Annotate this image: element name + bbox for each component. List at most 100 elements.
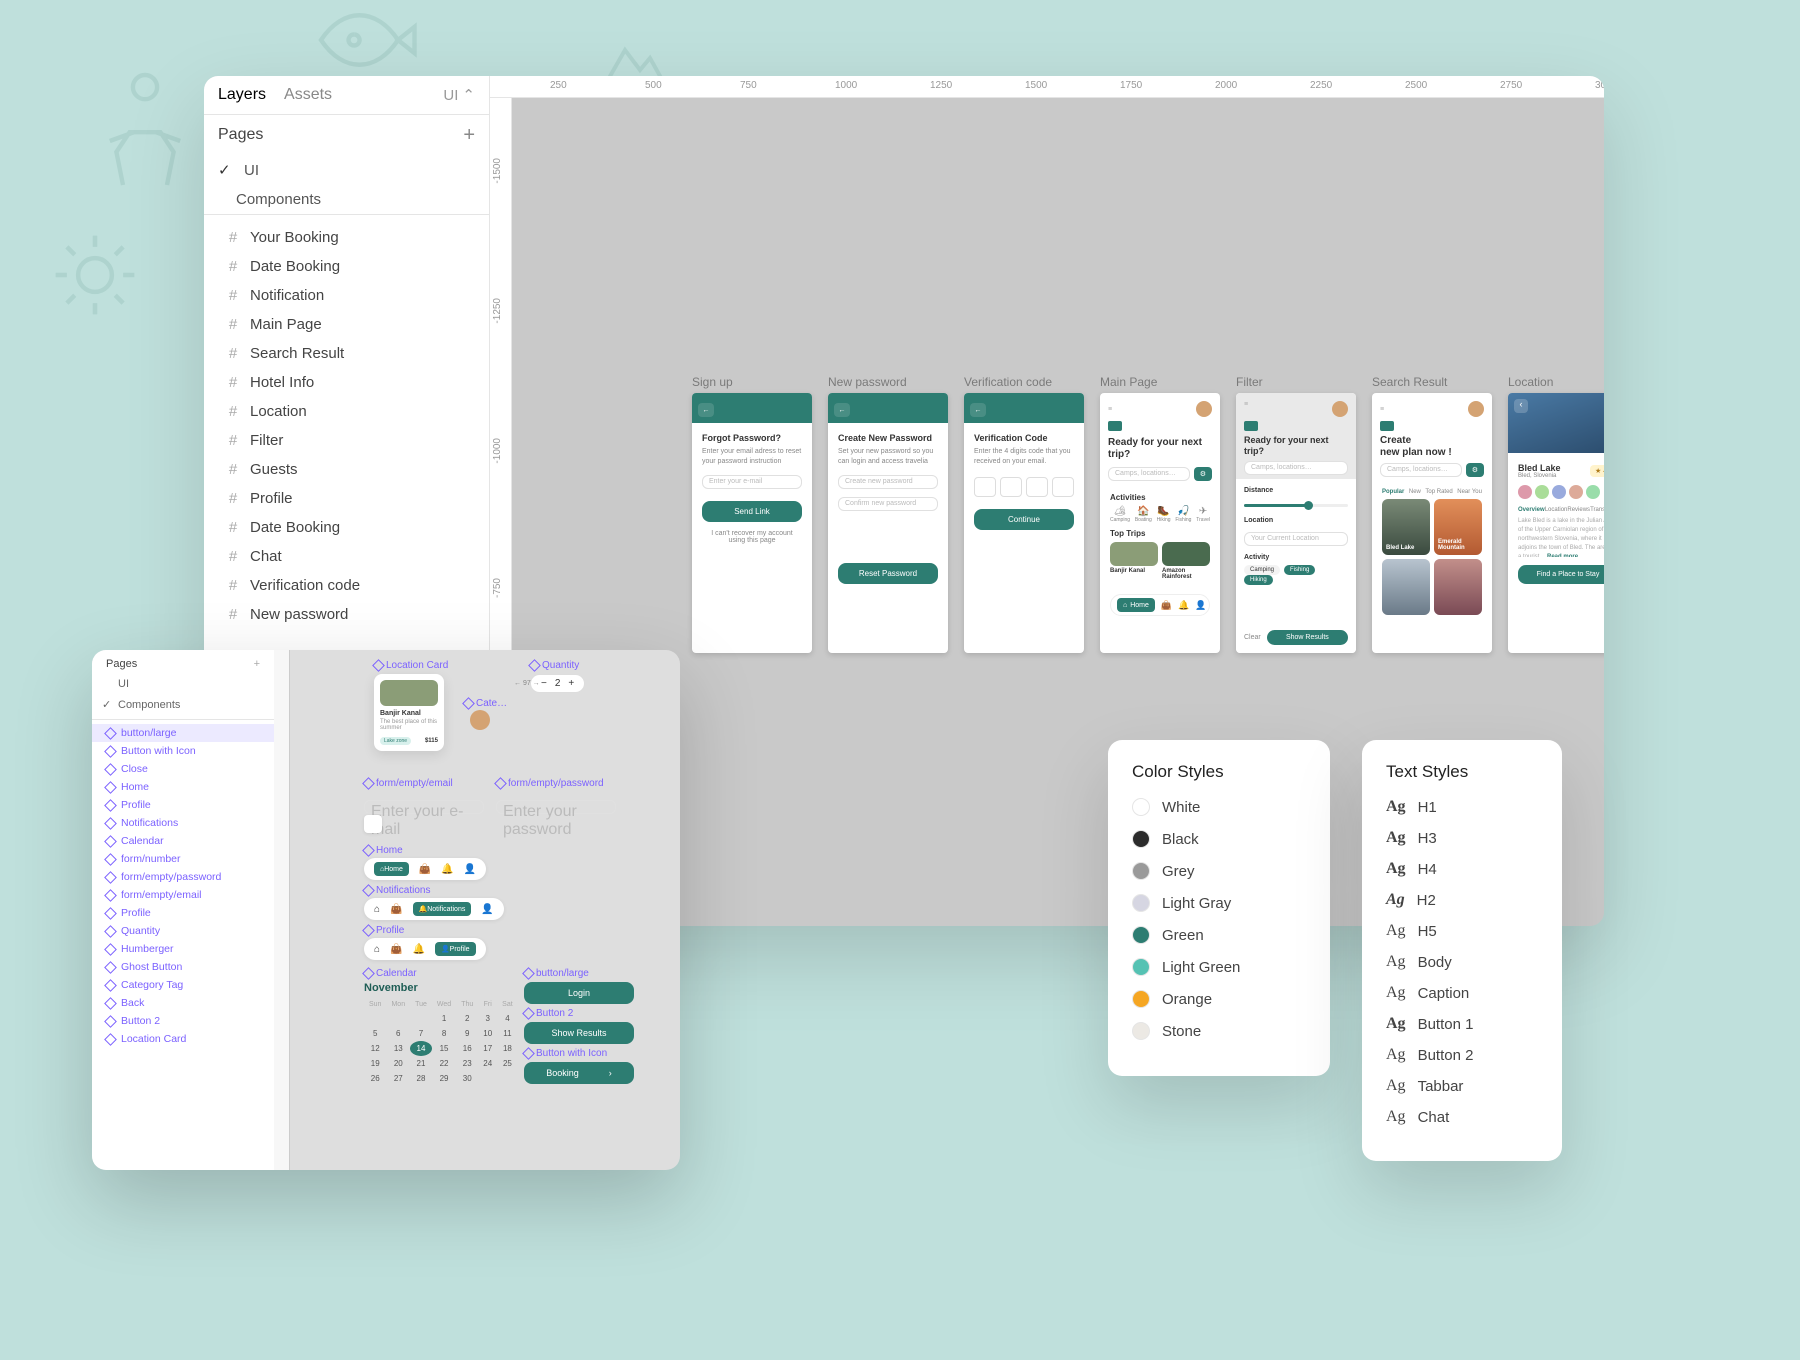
frame-item[interactable]: #Search Result — [204, 339, 489, 368]
component-icon — [104, 799, 117, 812]
component-icon — [104, 763, 117, 776]
page-ui[interactable]: UI — [92, 674, 274, 694]
components-canvas[interactable]: Location Card Banjir Kanal The best plac… — [274, 650, 680, 1170]
text-style-name: Body — [1418, 954, 1452, 971]
text-style-item[interactable]: AgH2 — [1386, 891, 1538, 909]
artboard-new-password[interactable]: New password ← Create New Password Set y… — [828, 393, 948, 653]
text-style-item[interactable]: AgButton 2 — [1386, 1046, 1538, 1064]
menu-icon: ≡ — [1380, 406, 1384, 413]
tab-assets[interactable]: Assets — [284, 86, 332, 104]
color-style-item[interactable]: Light Gray — [1132, 894, 1306, 912]
component-item[interactable]: Button with Icon — [92, 742, 274, 760]
text-style-item[interactable]: AgChat — [1386, 1108, 1538, 1126]
page-picker[interactable]: UI ⌃ — [443, 86, 475, 104]
search-input: Camps, locations… — [1244, 461, 1348, 475]
color-style-item[interactable]: Green — [1132, 926, 1306, 944]
component-item[interactable]: Close — [92, 760, 274, 778]
text-style-item[interactable]: AgH4 — [1386, 860, 1538, 878]
frame-item[interactable]: #Filter — [204, 426, 489, 455]
color-name: White — [1162, 799, 1200, 816]
label-location: Location — [1244, 517, 1348, 524]
frame-item[interactable]: #Chat — [204, 542, 489, 571]
filter-icon: ⚙ — [1466, 463, 1484, 477]
artboard-search-result[interactable]: Search Result ≡ Create new plan now ! Ca… — [1372, 393, 1492, 653]
component-icon — [104, 979, 117, 992]
swatch — [1132, 926, 1150, 944]
text-style-item[interactable]: AgH5 — [1386, 922, 1538, 940]
component-password-field: Enter your password — [496, 800, 616, 814]
text-style-name: Tabbar — [1418, 1078, 1464, 1095]
figma-components-window: Pages+ UI Components button/largeButton … — [92, 650, 680, 1170]
add-page-button[interactable]: + — [254, 658, 260, 670]
text-style-item[interactable]: AgCaption — [1386, 984, 1538, 1002]
comp-label-form-password: form/empty/password — [496, 778, 604, 789]
component-item[interactable]: Ghost Button — [92, 958, 274, 976]
artboard-signup[interactable]: Sign up ← Forgot Password? Enter your em… — [692, 393, 812, 653]
add-page-button[interactable]: + — [463, 125, 475, 145]
color-name: Green — [1162, 927, 1204, 944]
component-nav-home: ⌂ Home 👜🔔👤 — [364, 858, 486, 880]
artboard-verification[interactable]: Verification code ← Verification Code En… — [964, 393, 1084, 653]
component-item[interactable]: Profile — [92, 796, 274, 814]
user-icon: 👤 — [1195, 600, 1206, 611]
frame-item[interactable]: #New password — [204, 600, 489, 629]
component-item[interactable]: form/empty/password — [92, 868, 274, 886]
nav-profile-pill: 👤 Profile — [435, 942, 476, 956]
component-item[interactable]: button/large — [92, 724, 274, 742]
frame-item[interactable]: #Your Booking — [204, 223, 489, 252]
text-style-item[interactable]: AgBody — [1386, 953, 1538, 971]
avatar — [1332, 401, 1348, 417]
component-item[interactable]: Button 2 — [92, 1012, 274, 1030]
artboard-label: Location — [1508, 375, 1553, 389]
frame-item[interactable]: #Main Page — [204, 310, 489, 339]
frame-item[interactable]: #Profile — [204, 484, 489, 513]
location-input: Your Current Location — [1244, 532, 1348, 546]
swatch — [1132, 990, 1150, 1008]
ag-sample: Ag — [1386, 922, 1406, 940]
color-style-item[interactable]: Grey — [1132, 862, 1306, 880]
code-box — [1052, 477, 1074, 497]
component-item[interactable]: form/empty/email — [92, 886, 274, 904]
text-style-item[interactable]: AgH3 — [1386, 829, 1538, 847]
text-style-item[interactable]: AgH1 — [1386, 798, 1538, 816]
frame-icon: # — [226, 403, 240, 420]
component-item[interactable]: Location Card — [92, 1030, 274, 1048]
text-style-item[interactable]: AgTabbar — [1386, 1077, 1538, 1095]
component-item[interactable]: Humberger — [92, 940, 274, 958]
artboard-location[interactable]: Location ‹ Bled Lake Bled, Slovenia ★ 4.… — [1508, 393, 1604, 653]
frame-item[interactable]: #Notification — [204, 281, 489, 310]
frame-item[interactable]: #Hotel Info — [204, 368, 489, 397]
artboard-main-page[interactable]: Main Page ≡ Ready for your next trip? Ca… — [1100, 393, 1220, 653]
component-item[interactable]: Home — [92, 778, 274, 796]
text-style-name: H2 — [1417, 892, 1436, 909]
text-style-item[interactable]: AgButton 1 — [1386, 1015, 1538, 1033]
frame-item[interactable]: #Verification code — [204, 571, 489, 600]
page-components[interactable]: Components — [204, 185, 489, 214]
color-style-item[interactable]: White — [1132, 798, 1306, 816]
comp-label-form-email: form/empty/email — [364, 778, 453, 789]
color-style-item[interactable]: Orange — [1132, 990, 1306, 1008]
component-item[interactable]: Calendar — [92, 832, 274, 850]
color-style-item[interactable]: Stone — [1132, 1022, 1306, 1040]
color-style-item[interactable]: Light Green — [1132, 958, 1306, 976]
component-item[interactable]: Profile — [92, 904, 274, 922]
tab-layers[interactable]: Layers — [218, 86, 266, 104]
activities-row: 🏕Camping 🏠Boating 🥾Hiking 🎣Fishing ✈Trav… — [1110, 506, 1210, 523]
artboard-filter[interactable]: Filter ≡ Ready for your next trip? Camps… — [1236, 393, 1356, 653]
frame-item[interactable]: #Location — [204, 397, 489, 426]
component-item[interactable]: Notifications — [92, 814, 274, 832]
section-activities: Activities — [1110, 493, 1210, 502]
component-item[interactable]: Back — [92, 994, 274, 1012]
component-item[interactable]: Quantity — [92, 922, 274, 940]
page-components[interactable]: Components — [92, 694, 274, 715]
panel-title: Text Styles — [1386, 762, 1538, 782]
frame-item[interactable]: #Date Booking — [204, 252, 489, 281]
color-style-item[interactable]: Black — [1132, 830, 1306, 848]
component-item[interactable]: form/number — [92, 850, 274, 868]
frame-item[interactable]: #Date Booking — [204, 513, 489, 542]
page-ui[interactable]: UI — [204, 155, 489, 185]
text-style-name: H3 — [1418, 830, 1437, 847]
frame-item[interactable]: #Guests — [204, 455, 489, 484]
component-item[interactable]: Category Tag — [92, 976, 274, 994]
component-button-login: Login — [524, 982, 634, 1004]
